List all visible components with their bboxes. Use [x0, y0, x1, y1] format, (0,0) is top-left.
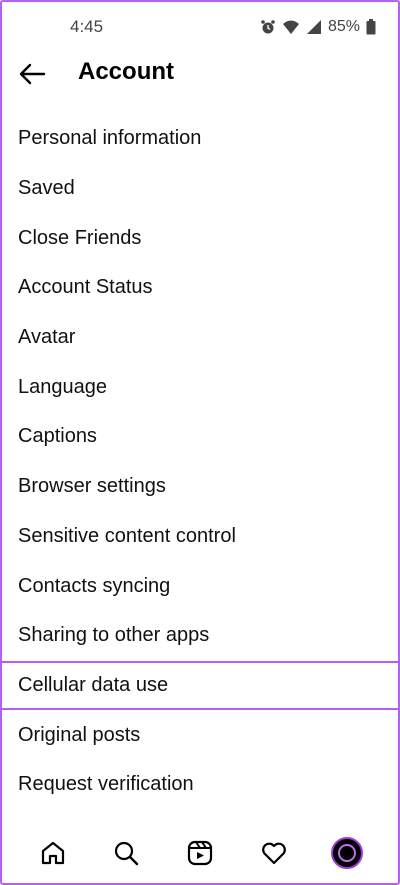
battery-percent: 85%: [327, 18, 360, 35]
menu-item-personal-information[interactable]: Personal information: [2, 114, 398, 164]
menu-item-saved[interactable]: Saved: [2, 164, 398, 214]
status-bar: 4:45 85%: [2, 2, 398, 52]
menu-item-contacts-syncing[interactable]: Contacts syncing: [2, 561, 398, 611]
avatar-logo-icon: [338, 844, 357, 862]
bottom-nav: [2, 823, 398, 883]
profile-avatar[interactable]: [327, 833, 367, 873]
home-icon[interactable]: [33, 833, 73, 873]
wifi-icon: [282, 19, 300, 35]
menu-item-browser-settings[interactable]: Browser settings: [2, 462, 398, 512]
status-time: 4:45: [70, 17, 104, 36]
menu-item-account-status[interactable]: Account Status: [2, 263, 398, 313]
heart-icon[interactable]: [254, 833, 294, 873]
menu-item-close-friends[interactable]: Close Friends: [2, 213, 398, 263]
menu-item-sharing-to-other-apps[interactable]: Sharing to other apps: [2, 611, 398, 661]
menu-item-avatar[interactable]: Avatar: [2, 313, 398, 363]
alarm-icon: [260, 19, 276, 35]
menu-item-original-posts[interactable]: Original posts: [2, 710, 398, 760]
screen-frame: 4:45 85% Account Personal information Sa…: [0, 0, 400, 885]
menu-item-sensitive-content-control[interactable]: Sensitive content control: [2, 512, 398, 562]
account-menu: Personal information Saved Close Friends…: [2, 114, 398, 810]
menu-item-captions[interactable]: Captions: [2, 412, 398, 462]
menu-item-language[interactable]: Language: [2, 362, 398, 412]
page-title: Account: [78, 58, 174, 85]
signal-icon: [306, 19, 322, 35]
reels-icon[interactable]: [180, 833, 220, 873]
menu-item-request-verification[interactable]: Request verification: [2, 760, 398, 810]
search-icon[interactable]: [106, 833, 146, 873]
status-icons: 85%: [260, 18, 376, 36]
avatar: [331, 837, 364, 869]
back-arrow-icon[interactable]: [18, 62, 46, 86]
battery-icon: [366, 19, 376, 35]
menu-item-cellular-data-use[interactable]: Cellular data use: [2, 660, 398, 711]
app-header: Account: [2, 52, 398, 96]
